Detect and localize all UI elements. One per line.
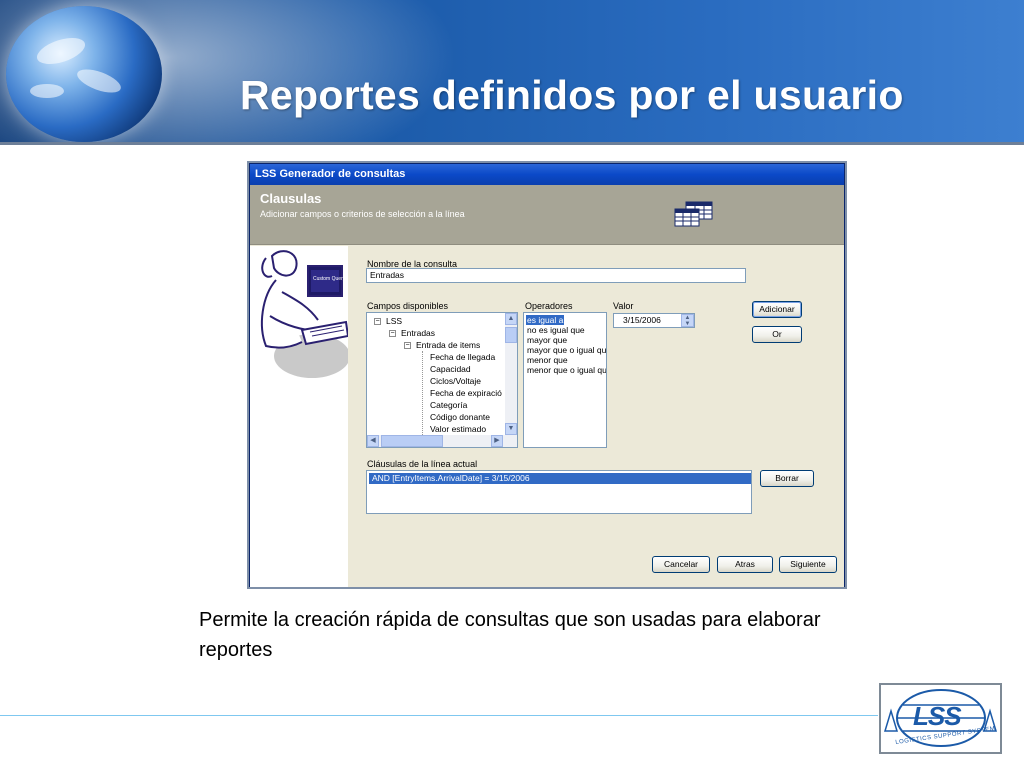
wizard-subheading: Adicionar campos o criterios de selecció… (260, 209, 465, 219)
tree-guide-line (422, 351, 423, 447)
clauses-list[interactable]: AND [EntryItems.ArrivalDate] = 3/15/2006 (366, 470, 752, 514)
user-at-computer-illustration: Custom Query (260, 250, 350, 378)
wizard-body: Custom Query Nombre de la consulta Entra… (250, 246, 844, 587)
delete-button[interactable]: Borrar (760, 470, 814, 487)
fields-label: Campos disponibles (367, 301, 449, 311)
collapse-icon[interactable]: − (389, 330, 396, 337)
main-panel: Nombre de la consulta Entradas Campos di… (348, 246, 844, 587)
slide-caption: Permite la creación rápida de consultas … (199, 609, 821, 661)
wizard-heading: Clausulas (260, 191, 322, 206)
fields-vertical-scrollbar[interactable]: ▲ ▼ (505, 313, 517, 435)
tree-item-entradas[interactable]: Entradas (401, 328, 435, 338)
cancel-button[interactable]: Cancelar (652, 556, 710, 573)
tree-item-lss[interactable]: LSS (386, 316, 402, 326)
tree-item-entrada-de-items[interactable]: Entrada de items (416, 340, 480, 350)
slide-header: Reportes definidos por el usuario (0, 0, 1024, 145)
side-art-label: Custom Query (313, 276, 346, 282)
header-divider (0, 142, 1024, 145)
clause-row[interactable]: AND [EntryItems.ArrivalDate] = 3/15/2006 (369, 473, 751, 484)
slide-title: Reportes definidos por el usuario (240, 72, 904, 118)
wizard-header: Clausulas Adicionar campos o criterios d… (250, 185, 844, 245)
back-button[interactable]: Atras (717, 556, 773, 573)
dialog-title-bar[interactable]: LSS Generador de consultas (250, 164, 844, 185)
next-button[interactable]: Siguiente (779, 556, 837, 573)
value-date-text: 3/15/2006 (623, 315, 661, 325)
table-grid-icon (674, 201, 713, 227)
tree-item-field[interactable]: Fecha de expiració (430, 388, 502, 398)
tree-item-field[interactable]: Capacidad (430, 364, 471, 374)
fields-tree[interactable]: − LSS − Entradas − Entrada de items Fech… (366, 312, 518, 448)
operator-item[interactable]: es igual a (526, 315, 565, 325)
tree-item-field[interactable]: Categoría (430, 400, 467, 410)
tree-item-field[interactable]: Fecha de llegada (430, 352, 495, 362)
operators-list[interactable]: es igual a no es igual que mayor que may… (523, 312, 607, 448)
collapse-icon[interactable]: − (374, 318, 381, 325)
date-spinner-icon[interactable]: ▲ ▼ (681, 314, 694, 327)
or-button[interactable]: Or (752, 326, 802, 343)
tree-item-field[interactable]: Código donante (430, 412, 490, 422)
add-button[interactable]: Adicionar (752, 301, 802, 318)
operator-item[interactable]: no es igual que (526, 325, 586, 335)
footer-divider (0, 715, 878, 716)
query-builder-dialog: LSS Generador de consultas Clausulas Adi… (249, 163, 845, 587)
scroll-thumb[interactable] (381, 435, 443, 447)
globe-icon (6, 6, 162, 142)
query-name-input[interactable]: Entradas (366, 268, 746, 283)
logo-text: LSS (913, 701, 962, 731)
clauses-label: Cláusulas de la línea actual (367, 459, 478, 469)
value-label: Valor (613, 301, 634, 311)
scroll-right-icon[interactable]: ▶ (491, 435, 503, 447)
collapse-icon[interactable]: − (404, 342, 411, 349)
operators-label: Operadores (525, 301, 573, 311)
operator-item[interactable]: menor que (526, 355, 569, 365)
fields-horizontal-scrollbar[interactable]: ◀ ▶ (367, 435, 517, 447)
scroll-down-icon[interactable]: ▼ (505, 423, 517, 435)
scroll-left-icon[interactable]: ◀ (367, 435, 379, 447)
tree-item-field[interactable]: Ciclos/Voltaje (430, 376, 481, 386)
scroll-thumb[interactable] (505, 327, 517, 343)
lss-logo: LSS LOGISTICS SUPPORT SYSTEM (879, 683, 1002, 754)
operator-item[interactable]: mayor que (526, 335, 568, 345)
side-panel: Custom Query (250, 246, 350, 587)
operator-item[interactable]: menor que o igual qu (526, 365, 606, 375)
tree-item-field[interactable]: Valor estimado (430, 424, 486, 434)
scroll-up-icon[interactable]: ▲ (505, 313, 517, 325)
operator-item[interactable]: mayor que o igual qu (526, 345, 606, 355)
